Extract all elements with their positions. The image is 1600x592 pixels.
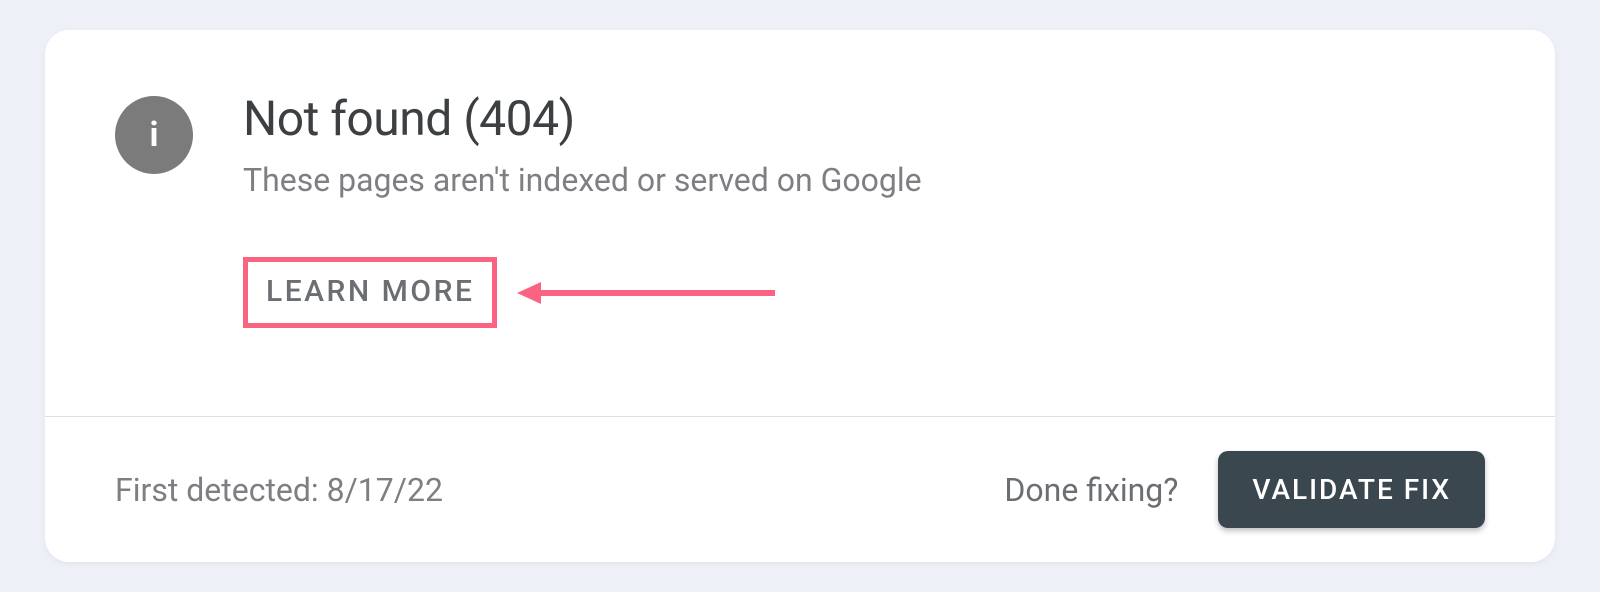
learn-more-row: LEARN MORE bbox=[243, 257, 922, 328]
first-detected-date: 8/17/22 bbox=[327, 471, 443, 509]
first-detected-label: First detected: bbox=[115, 471, 327, 509]
learn-more-button[interactable]: LEARN MORE bbox=[243, 257, 497, 328]
header-section: i Not found (404) These pages aren't ind… bbox=[45, 30, 1555, 416]
page-title: Not found (404) bbox=[243, 90, 922, 147]
first-detected: First detected: 8/17/22 bbox=[115, 471, 443, 509]
info-icon: i bbox=[115, 96, 193, 174]
status-card: i Not found (404) These pages aren't ind… bbox=[45, 30, 1555, 562]
done-fixing-label: Done fixing? bbox=[1004, 471, 1178, 509]
annotation-arrow-icon bbox=[517, 278, 777, 308]
validate-fix-button[interactable]: VALIDATE FIX bbox=[1218, 451, 1485, 528]
page-subtitle: These pages aren't indexed or served on … bbox=[243, 161, 922, 199]
footer-right: Done fixing? VALIDATE FIX bbox=[1004, 451, 1485, 528]
text-block: Not found (404) These pages aren't index… bbox=[243, 90, 922, 328]
footer-section: First detected: 8/17/22 Done fixing? VAL… bbox=[45, 417, 1555, 562]
